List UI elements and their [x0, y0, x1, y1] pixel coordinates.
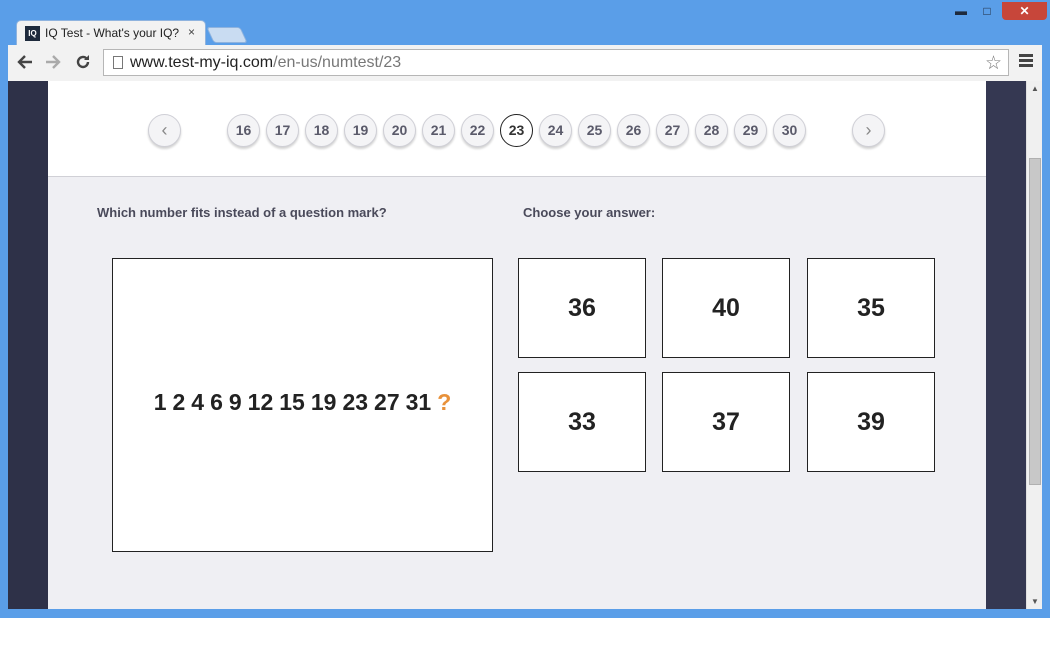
reload-icon[interactable] — [74, 53, 92, 75]
pager-page-button[interactable]: 20 — [383, 114, 416, 147]
pager-page-button[interactable]: 26 — [617, 114, 650, 147]
pager-next-button[interactable]: › — [852, 114, 885, 147]
question-pager: ‹ 16 17 18 19 20 21 22 23 24 25 26 27 28 29 30 › — [48, 81, 986, 177]
sequence-number: 31 — [405, 389, 432, 415]
forward-arrow-icon[interactable] — [44, 53, 62, 75]
answer-option[interactable]: 39 — [807, 372, 935, 472]
question-prompt: Which number fits instead of a question … — [97, 205, 387, 220]
sequence-number: 12 — [247, 389, 274, 415]
pager-page-button[interactable]: 22 — [461, 114, 494, 147]
pager-page-button[interactable]: 16 — [227, 114, 260, 147]
pager-page-button[interactable]: 18 — [305, 114, 338, 147]
pager-page-button[interactable]: 28 — [695, 114, 728, 147]
tab-close-icon[interactable]: × — [188, 25, 195, 39]
answer-option[interactable]: 40 — [662, 258, 790, 358]
pager-page-button[interactable]: 29 — [734, 114, 767, 147]
test-page: ‹ 16 17 18 19 20 21 22 23 24 25 26 27 28 29 30 › Which… — [48, 81, 986, 609]
scrollbar-thumb[interactable] — [1029, 158, 1041, 485]
browser-toolbar: www.test-my-iq.com/en-us/numtest/23 ☆ — [8, 45, 1042, 81]
window-close-button[interactable]: ✕ — [1002, 2, 1047, 20]
pager-page-button[interactable]: 19 — [344, 114, 377, 147]
sequence-number: 9 — [228, 389, 242, 415]
address-bar[interactable]: www.test-my-iq.com/en-us/numtest/23 ☆ — [103, 49, 1009, 76]
url-text[interactable]: www.test-my-iq.com/en-us/numtest/23 — [130, 54, 401, 72]
answer-option[interactable]: 37 — [662, 372, 790, 472]
vertical-scrollbar[interactable]: ▲ ▼ — [1026, 81, 1042, 609]
pager-page-button[interactable]: 17 — [266, 114, 299, 147]
site-favicon-icon: IQ — [25, 26, 40, 41]
new-tab-button[interactable] — [206, 27, 248, 43]
answer-option[interactable]: 35 — [807, 258, 935, 358]
sequence-number: 2 — [172, 389, 186, 415]
back-arrow-icon[interactable] — [16, 53, 34, 75]
url-host: www.test-my-iq.com — [130, 54, 274, 71]
star-icon[interactable]: ☆ — [985, 52, 1002, 75]
pager-page-current[interactable]: 23 — [500, 114, 533, 147]
question-mark-icon: ? — [437, 389, 452, 415]
sequence-number: 27 — [374, 389, 400, 415]
sequence-number: 19 — [310, 389, 337, 415]
window-minimize-button[interactable]: ▬ — [952, 2, 970, 20]
page-viewport: ‹ 16 17 18 19 20 21 22 23 24 25 26 27 28 29 30 › Which… — [8, 81, 1042, 609]
window-maximize-button[interactable]: □ — [978, 2, 996, 20]
sequence-number: 15 — [279, 389, 305, 415]
hamburger-menu-icon[interactable] — [1019, 54, 1033, 69]
sequence-number: 1 — [153, 389, 167, 415]
tab-title: IQ Test - What's your IQ? — [45, 26, 180, 40]
pager-page-button[interactable]: 30 — [773, 114, 806, 147]
browser-window: IQ IQ Test - What's your IQ? × ▬ □ ✕ www… — [0, 0, 1050, 618]
background-right — [986, 81, 1026, 609]
scroll-down-arrow-icon[interactable]: ▼ — [1031, 597, 1039, 606]
answer-label: Choose your answer: — [523, 205, 656, 220]
pager-page-button[interactable]: 25 — [578, 114, 611, 147]
sequence-number: 23 — [342, 389, 369, 415]
page-icon — [113, 56, 123, 69]
pager-page-button[interactable]: 27 — [656, 114, 689, 147]
background-left — [8, 81, 48, 609]
scroll-up-arrow-icon[interactable]: ▲ — [1031, 84, 1039, 93]
pager-prev-button[interactable]: ‹ — [148, 114, 181, 147]
answer-option[interactable]: 36 — [518, 258, 646, 358]
browser-tab[interactable]: IQ IQ Test - What's your IQ? × — [16, 20, 206, 46]
url-path: /en-us/numtest/23 — [273, 54, 402, 71]
answer-option[interactable]: 33 — [518, 372, 646, 472]
number-sequence: 1 2 4 6 9 12 15 19 23 27 31? — [113, 389, 492, 416]
puzzle-box: 1 2 4 6 9 12 15 19 23 27 31? — [112, 258, 493, 552]
sequence-number: 4 — [191, 389, 205, 415]
pager-page-button[interactable]: 21 — [422, 114, 455, 147]
pager-page-button[interactable]: 24 — [539, 114, 572, 147]
sequence-number: 6 — [210, 389, 223, 415]
